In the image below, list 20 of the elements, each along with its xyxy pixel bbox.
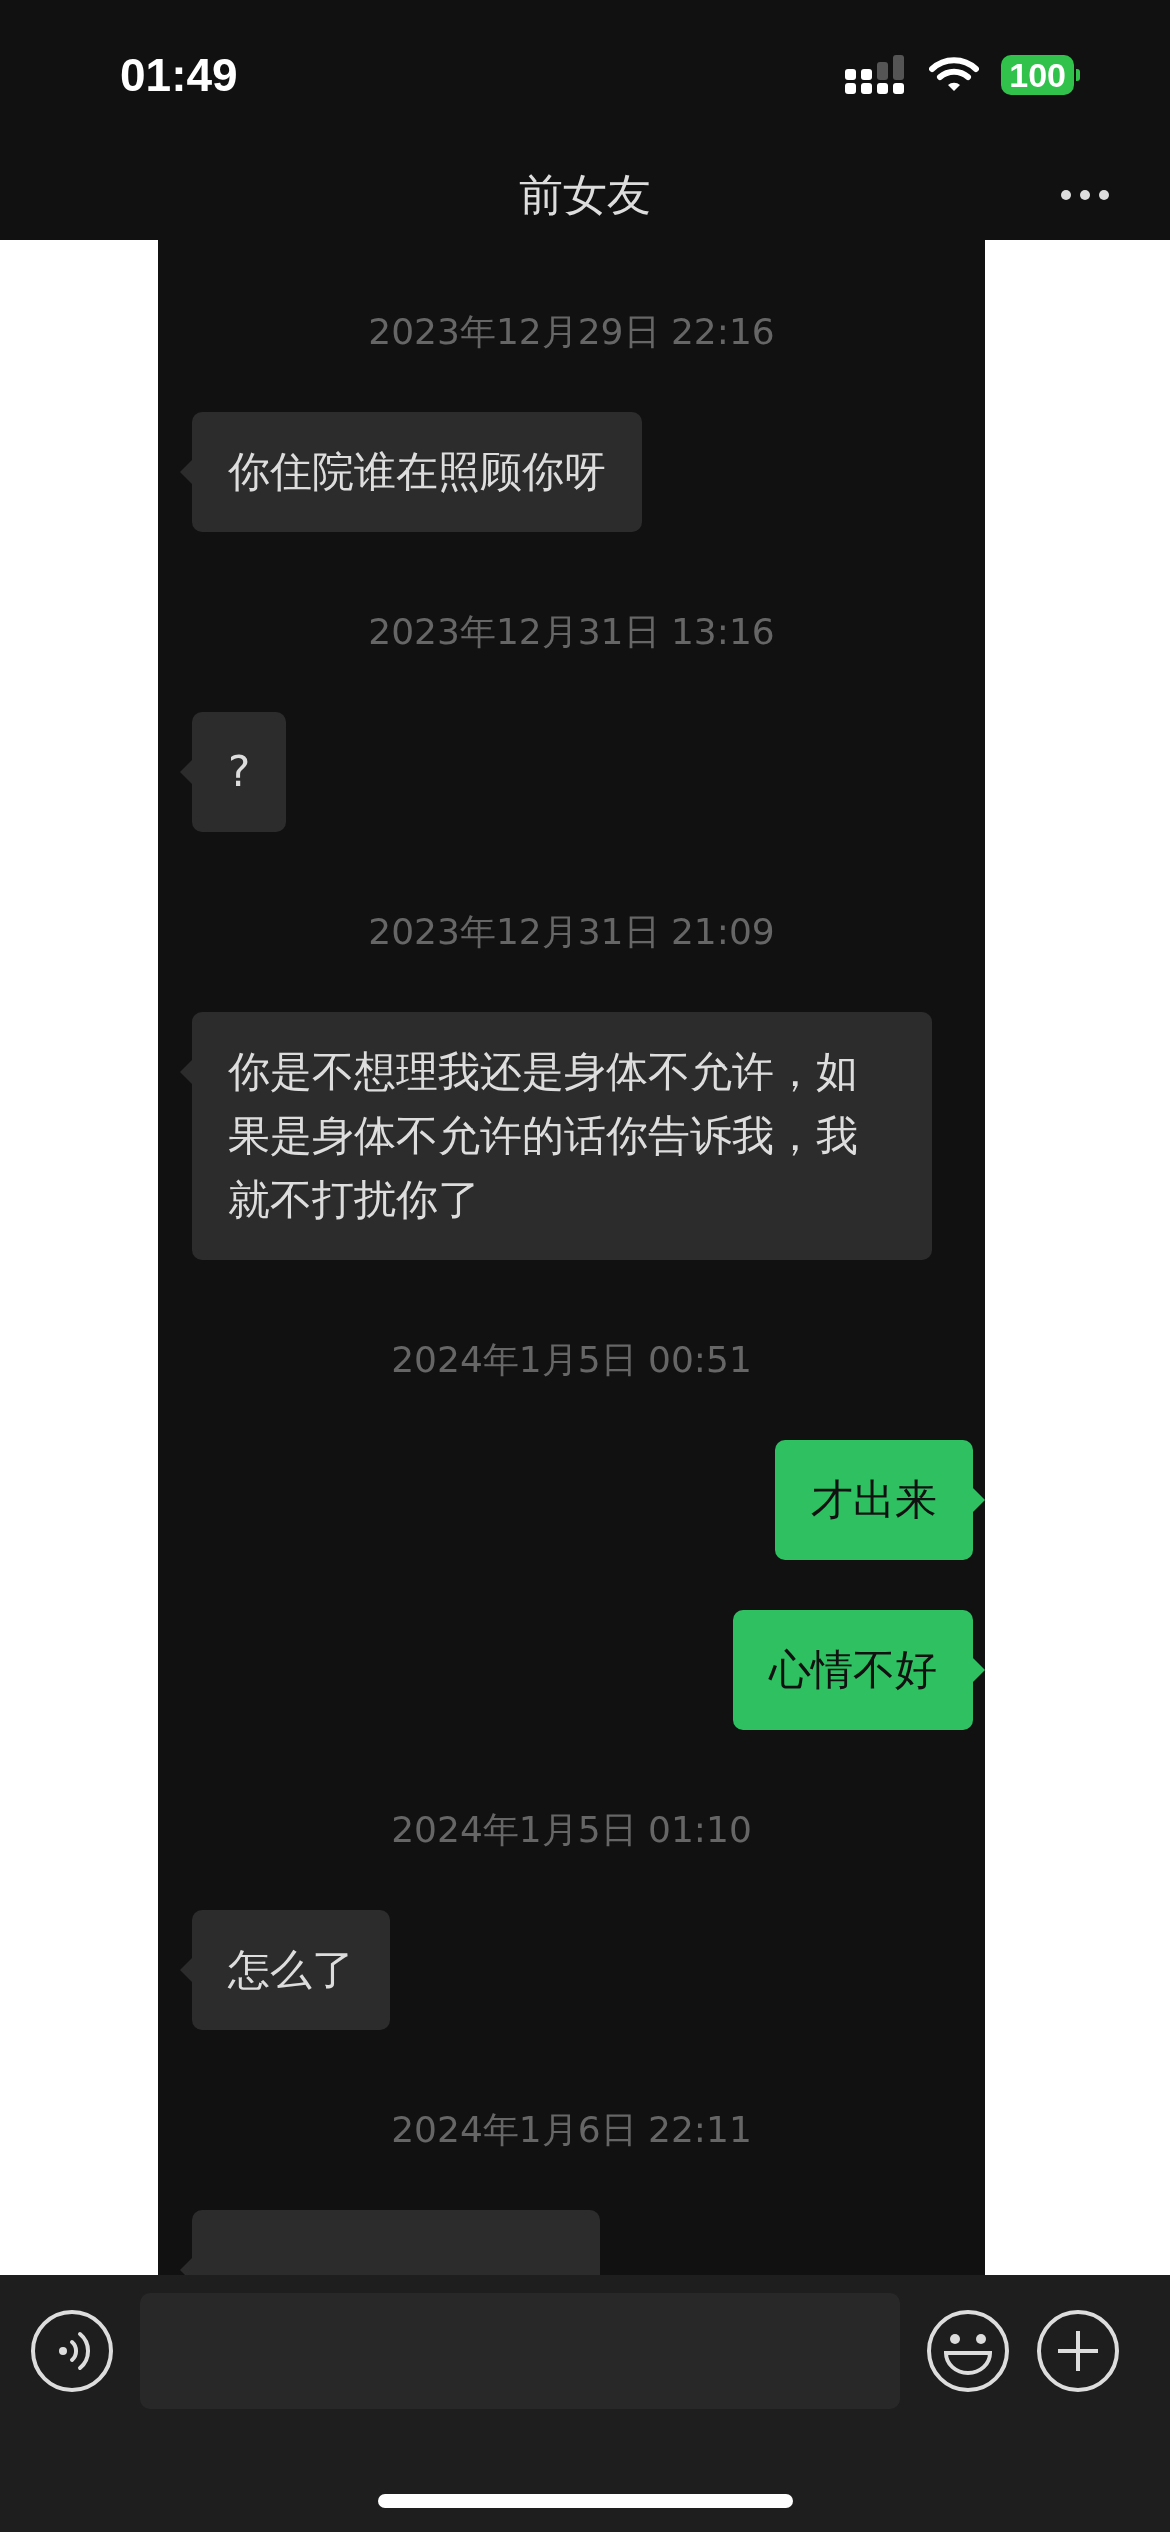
- message-timestamp: 2023年12月31日 21:09: [368, 910, 775, 954]
- received-message: 你是不想理我还是身体不允许，如果是身体不允许的话你告诉我，我就不打扰你了: [192, 1012, 932, 1260]
- message-timestamp: 2024年1月5日 01:10: [391, 1808, 752, 1852]
- voice-icon[interactable]: [30, 2309, 114, 2393]
- emoji-icon[interactable]: [926, 2309, 1010, 2393]
- wifi-icon: [929, 56, 980, 94]
- message-timestamp: 2024年1月5日 00:51: [391, 1338, 752, 1382]
- sent-message: 心情不好: [733, 1610, 973, 1730]
- status-time: 01:49: [120, 48, 238, 102]
- message-timestamp: 2023年12月31日 13:16: [368, 610, 775, 654]
- add-icon[interactable]: [1036, 2309, 1120, 2393]
- chat-title: 前女友: [519, 167, 651, 222]
- sent-message: 才出来: [775, 1440, 973, 1560]
- received-message: 怎么了: [192, 1910, 390, 2030]
- battery-level: 100: [1001, 55, 1074, 95]
- received-message: ?: [192, 712, 287, 832]
- message-timestamp: 2023年12月29日 22:16: [368, 310, 775, 354]
- received-message: 你住院谁在照顾你呀: [192, 412, 642, 532]
- message-timestamp: 2024年1月6日 22:11: [391, 2108, 752, 2152]
- more-icon[interactable]: [1060, 189, 1110, 201]
